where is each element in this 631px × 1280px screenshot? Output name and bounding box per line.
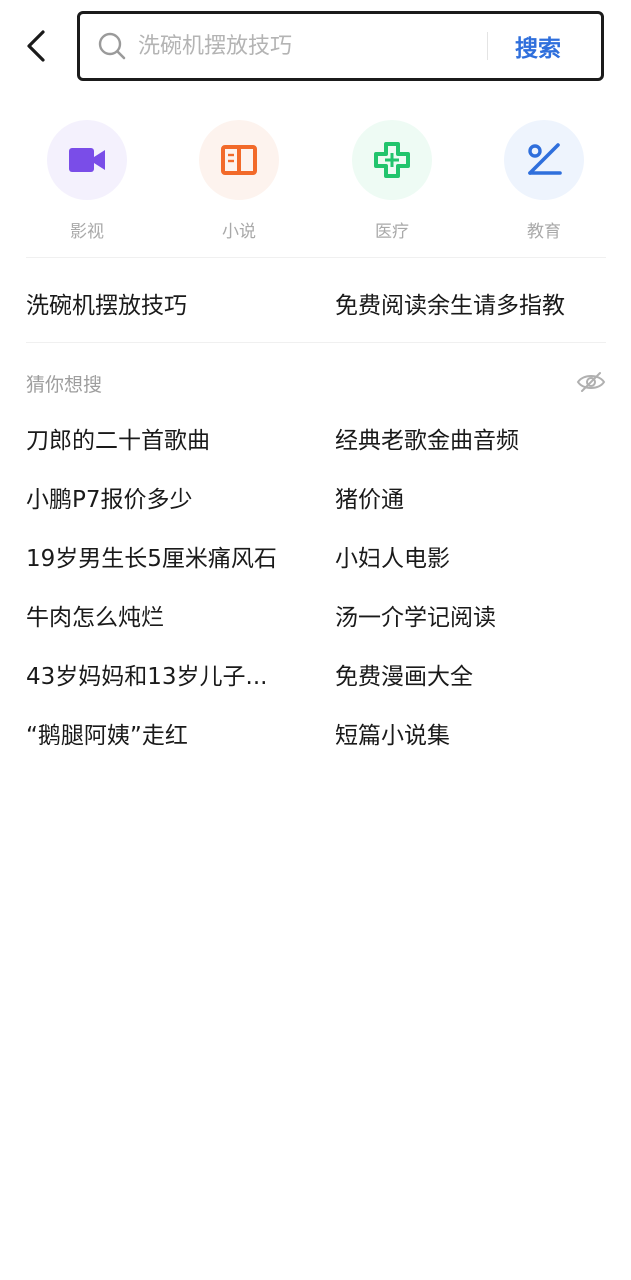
category-label: 影视 bbox=[70, 222, 104, 242]
suggestion-item[interactable]: 19岁男生长5厘米痛风石 bbox=[26, 539, 316, 573]
category-label: 教育 bbox=[527, 222, 561, 242]
category-label: 小说 bbox=[222, 222, 256, 242]
category-row: 影视 小说 医疗 教育 bbox=[0, 120, 631, 250]
category-novel[interactable]: 小说 bbox=[189, 120, 289, 242]
category-video-circle bbox=[47, 120, 127, 200]
suggestion-item[interactable]: 43岁妈妈和13岁儿子... bbox=[26, 657, 316, 691]
divider bbox=[26, 257, 606, 258]
suggestion-item[interactable]: 经典老歌金曲音频 bbox=[335, 421, 605, 455]
suggestion-item[interactable]: 猪价通 bbox=[335, 480, 605, 514]
history-item[interactable]: 洗碗机摆放技巧 bbox=[26, 286, 187, 320]
search-divider bbox=[487, 32, 488, 60]
history-item[interactable]: 免费阅读余生请多指教 bbox=[335, 286, 565, 320]
suggestion-item[interactable]: 小鹏P7报价多少 bbox=[26, 480, 316, 514]
suggestion-item[interactable]: 免费漫画大全 bbox=[335, 657, 605, 691]
category-medical[interactable]: 医疗 bbox=[342, 120, 442, 242]
back-button[interactable] bbox=[18, 26, 54, 66]
category-medical-circle bbox=[352, 120, 432, 200]
suggestions-title: 猜你想搜 bbox=[26, 374, 103, 396]
eye-off-icon bbox=[576, 372, 606, 392]
hide-suggestions-button[interactable] bbox=[575, 368, 607, 396]
category-label: 医疗 bbox=[375, 222, 409, 242]
search-input[interactable] bbox=[138, 26, 468, 66]
chevron-left-icon bbox=[27, 30, 45, 62]
category-education[interactable]: 教育 bbox=[494, 120, 594, 242]
suggestion-item[interactable]: 小妇人电影 bbox=[335, 539, 605, 573]
medical-cross-icon bbox=[374, 142, 410, 178]
suggestion-item[interactable]: “鹅腿阿姨”走红 bbox=[26, 716, 316, 750]
category-education-circle bbox=[504, 120, 584, 200]
suggestion-item[interactable]: 刀郎的二十首歌曲 bbox=[26, 421, 316, 455]
search-page: 搜索 影视 小说 bbox=[0, 0, 631, 1280]
book-icon bbox=[221, 145, 257, 175]
divider bbox=[26, 342, 606, 343]
education-icon bbox=[528, 143, 562, 175]
video-icon bbox=[69, 148, 105, 172]
search-button[interactable]: 搜索 bbox=[515, 29, 561, 63]
suggestion-item[interactable]: 短篇小说集 bbox=[335, 716, 605, 750]
search-bar: 搜索 bbox=[77, 11, 604, 81]
search-icon bbox=[97, 31, 127, 61]
category-video[interactable]: 影视 bbox=[37, 120, 137, 242]
suggestion-item[interactable]: 牛肉怎么炖烂 bbox=[26, 598, 316, 632]
category-novel-circle bbox=[199, 120, 279, 200]
suggestion-item[interactable]: 汤一介学记阅读 bbox=[335, 598, 605, 632]
